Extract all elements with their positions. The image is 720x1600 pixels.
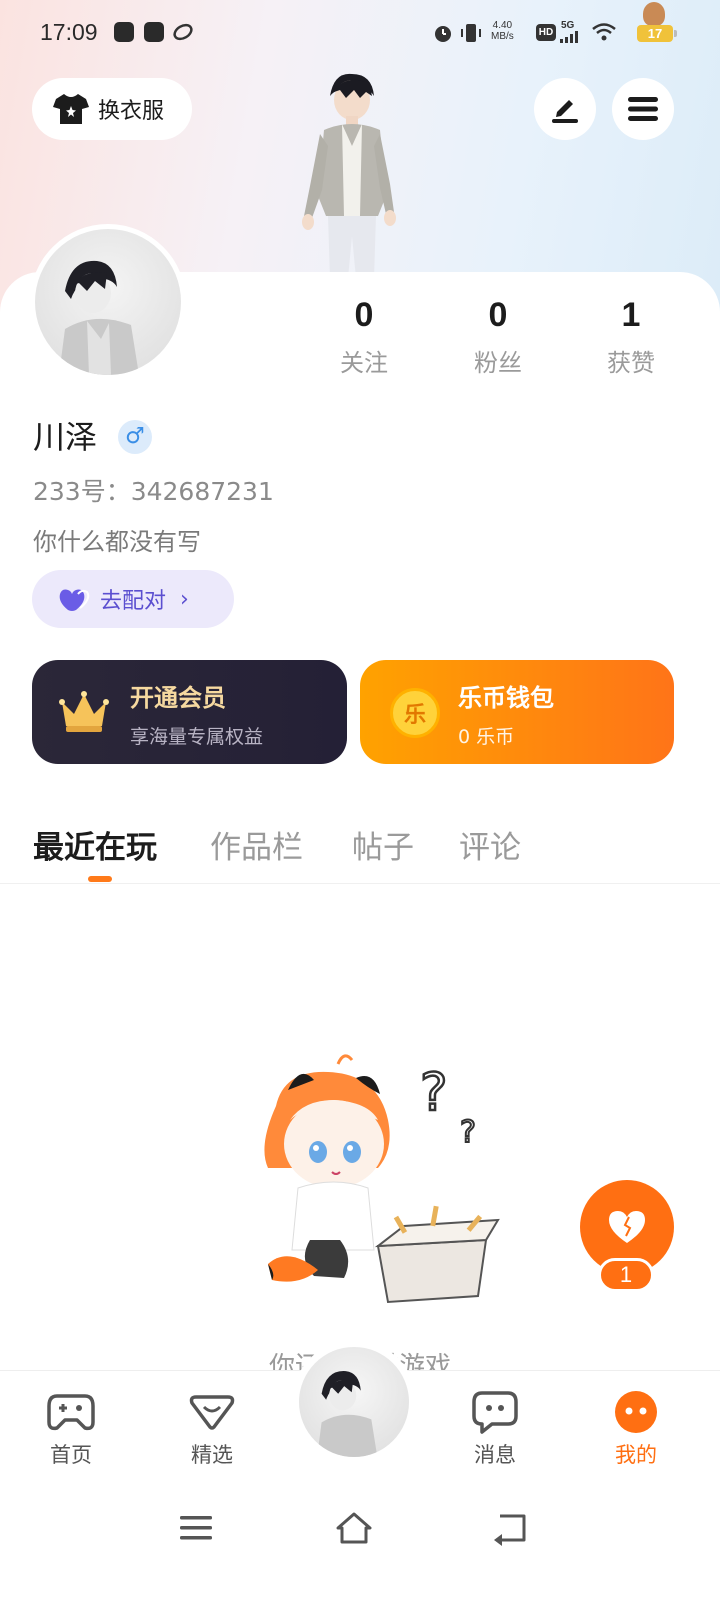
pencil-icon [552, 100, 578, 123]
vip-membership-card[interactable]: 开通会员 享海量专属权益 [32, 660, 347, 764]
nav-me-label: 我的 [615, 1443, 657, 1467]
nav-avatar-image [299, 1347, 409, 1457]
link-icon [173, 23, 193, 41]
stat-followers-label: 粉丝 [474, 349, 522, 377]
stat-likes[interactable]: 1 获赞 [571, 296, 691, 378]
wifi-icon [592, 23, 616, 41]
stat-following[interactable]: 0 关注 [304, 296, 424, 378]
svg-text:?: ? [460, 1115, 476, 1150]
match-label: 去配对 [100, 589, 167, 614]
app-notification-icon [144, 22, 164, 42]
status-bar: 17:09 4.40 MB/s HD 5G 17 [0, 0, 720, 66]
heart-box-icon [188, 1389, 236, 1435]
avatar-portrait [59, 260, 139, 375]
status-time: 17:09 [40, 19, 98, 45]
net-speed-value: 4.40 [492, 20, 513, 31]
nav-home[interactable]: 首页 [21, 1389, 121, 1469]
hamburger-menu-icon [628, 97, 658, 121]
change-outfit-button[interactable]: 换衣服 [32, 78, 192, 140]
tab-comments[interactable]: 评论 [459, 822, 521, 867]
recent-apps-icon[interactable] [174, 1508, 218, 1548]
wallet-card[interactable]: 乐 乐币钱包 0 乐币 [360, 660, 674, 764]
bio-text[interactable]: 你什么都没有写 [33, 522, 201, 557]
tab-posts[interactable]: 帖子 [352, 822, 414, 867]
vip-subtitle: 享海量专属权益 [130, 726, 264, 748]
crown-icon [59, 691, 109, 732]
signal-icon [560, 31, 578, 43]
nav-me[interactable]: 我的 [586, 1389, 686, 1469]
tab-works[interactable]: 作品栏 [210, 822, 303, 867]
stat-likes-label: 获赞 [607, 349, 655, 377]
wallet-title: 乐币钱包 [458, 684, 554, 712]
change-outfit-label: 换衣服 [98, 99, 165, 124]
battery-indicator: 17 [637, 25, 677, 42]
wallet-balance: 0 乐币 [458, 726, 515, 748]
vibrate-icon [461, 24, 481, 42]
chevron-right-icon: › [180, 586, 189, 612]
svg-text:?: ? [420, 1063, 448, 1123]
chat-bubble-icon [471, 1389, 519, 1435]
heart-icon [609, 1211, 645, 1243]
edit-profile-button[interactable] [534, 78, 596, 140]
face-icon [612, 1389, 660, 1435]
username: 川泽 [33, 418, 98, 456]
nav-messages[interactable]: 消息 [445, 1389, 545, 1469]
shirt-icon [53, 94, 89, 124]
hd-badge: HD [536, 24, 556, 41]
avatar-3d-figure[interactable] [290, 66, 410, 278]
tiktok-icon [114, 22, 134, 42]
coin-icon: 乐 [390, 688, 440, 738]
tab-recent-playing[interactable]: 最近在玩 [33, 822, 157, 867]
network-type: 5G [561, 20, 575, 31]
match-button[interactable]: 去配对 › [32, 570, 234, 628]
stat-likes-count: 1 [621, 296, 641, 334]
avatar-image [35, 229, 181, 375]
nav-featured[interactable]: 精选 [162, 1389, 262, 1469]
net-speed-unit: MB/s [491, 31, 514, 42]
system-navigation-bar [0, 1490, 720, 1600]
gamepad-icon [47, 1389, 95, 1435]
back-icon[interactable] [490, 1508, 534, 1548]
profile-tabs: 最近在玩 作品栏 帖子 评论 [0, 816, 720, 884]
empty-state-illustration: ? ? [264, 1054, 500, 1304]
tab-active-indicator [88, 876, 112, 882]
home-icon[interactable] [332, 1508, 376, 1548]
profile-avatar[interactable] [30, 224, 186, 380]
male-gender-icon: ♂ [118, 420, 152, 454]
vip-title: 开通会员 [130, 684, 226, 712]
alarm-icon [435, 26, 451, 42]
like-count-badge: 1 [598, 1258, 654, 1292]
nav-featured-label: 精选 [191, 1443, 233, 1467]
nav-messages-label: 消息 [474, 1443, 516, 1467]
stat-followers[interactable]: 0 粉丝 [438, 296, 558, 378]
stat-followers-count: 0 [488, 296, 508, 334]
coin-glyph: 乐 [403, 703, 426, 728]
menu-button[interactable] [612, 78, 674, 140]
stat-following-count: 0 [354, 296, 374, 334]
user-id[interactable]: 233号：342687231 [33, 472, 274, 508]
twin-heart-icon [59, 589, 90, 611]
nav-home-label: 首页 [50, 1443, 92, 1467]
battery-pet-icon [643, 2, 665, 26]
nav-center-avatar[interactable] [292, 1340, 416, 1464]
net-speed: 4.40 MB/s [491, 20, 514, 42]
stat-following-label: 关注 [340, 349, 388, 377]
